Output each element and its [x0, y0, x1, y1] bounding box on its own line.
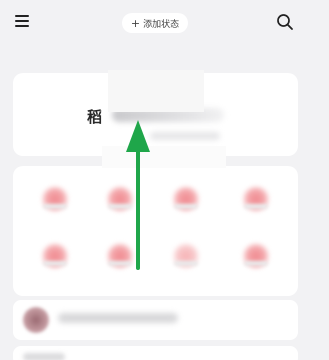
grid-item-8[interactable] — [234, 239, 278, 277]
grid-item-3[interactable] — [164, 182, 208, 220]
grid-item-label-blurred — [244, 261, 268, 266]
grid-item-5[interactable] — [33, 239, 77, 277]
grid-item-label-blurred — [43, 261, 67, 266]
grid-item-label-blurred — [43, 204, 67, 209]
top-bar: + 添加状态 — [0, 0, 329, 48]
profile-subtitle-blurred — [150, 132, 220, 140]
grid-item-7[interactable] — [164, 239, 208, 277]
redaction-overlay — [108, 70, 204, 112]
redaction-overlay — [102, 146, 226, 168]
grid-item-6[interactable] — [98, 239, 142, 277]
plus-icon: + — [130, 16, 141, 30]
add-status-button[interactable]: + 添加状态 — [122, 13, 188, 33]
grid-item-label-blurred — [174, 204, 198, 209]
grid-item-4[interactable] — [234, 182, 278, 220]
add-status-label: 添加状态 — [143, 19, 180, 30]
grid-item-label-blurred — [108, 261, 132, 266]
list-item-text-blurred — [23, 353, 65, 360]
grid-item-2[interactable] — [98, 182, 142, 220]
list-item-text-blurred — [58, 313, 178, 323]
grid-item-1[interactable] — [33, 182, 77, 220]
avatar — [23, 307, 49, 333]
search-icon[interactable] — [276, 13, 294, 31]
grid-item-label-blurred — [108, 204, 132, 209]
grid-item-label-blurred — [174, 261, 198, 266]
profile-name: 稻 — [87, 108, 103, 126]
hamburger-menu-icon[interactable] — [15, 15, 29, 27]
grid-item-label-blurred — [244, 204, 268, 209]
